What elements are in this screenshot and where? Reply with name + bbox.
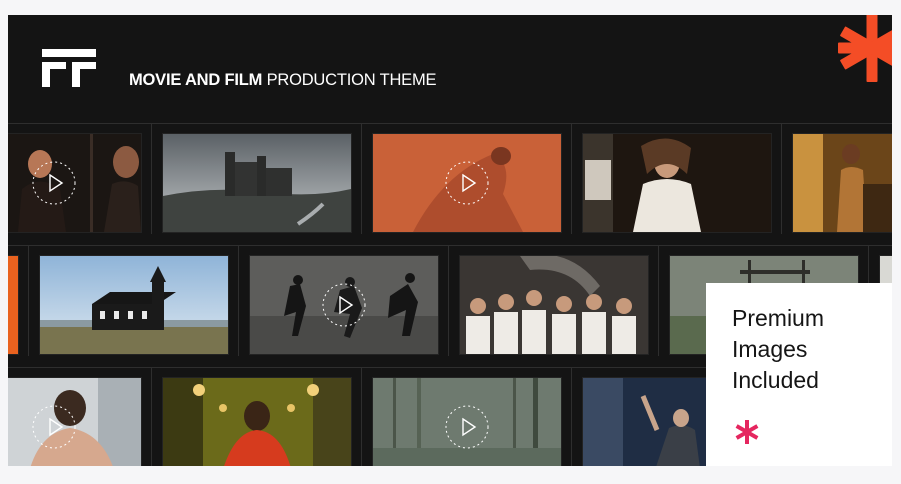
image-castle[interactable] bbox=[162, 133, 352, 233]
divider bbox=[238, 246, 239, 356]
image-choir-boys[interactable] bbox=[459, 255, 649, 355]
divider bbox=[571, 368, 572, 466]
header: MOVIE AND FILM PRODUCTION THEME bbox=[8, 15, 892, 123]
divider bbox=[781, 124, 782, 234]
image-woman-red-corridor[interactable] bbox=[162, 377, 352, 466]
divider bbox=[151, 368, 152, 466]
ff-logo-icon bbox=[42, 49, 96, 87]
image-man-warm-room[interactable] bbox=[792, 133, 892, 233]
divider bbox=[361, 124, 362, 234]
orange-asterisk-icon bbox=[838, 15, 892, 82]
image-orange-dancer[interactable] bbox=[372, 133, 562, 233]
divider bbox=[448, 246, 449, 356]
image-woman-dark-room[interactable] bbox=[8, 133, 142, 233]
title-light: PRODUCTION THEME bbox=[266, 71, 437, 89]
divider bbox=[658, 246, 659, 356]
image-woman-bath[interactable] bbox=[8, 377, 142, 466]
play-badge-icon[interactable] bbox=[443, 159, 491, 207]
title-bold: MOVIE AND FILM bbox=[129, 71, 263, 89]
image-foggy-forest[interactable] bbox=[372, 377, 562, 466]
image-running-men[interactable] bbox=[249, 255, 439, 355]
divider bbox=[151, 124, 152, 234]
gallery-row-1 bbox=[8, 123, 892, 234]
image-black-church[interactable] bbox=[39, 255, 229, 355]
promo-text: Premium Images Included bbox=[732, 305, 825, 393]
divider bbox=[361, 368, 362, 466]
image-orange-edge[interactable] bbox=[8, 255, 19, 355]
image-woman-white-dress[interactable] bbox=[582, 133, 772, 233]
play-badge-icon[interactable] bbox=[443, 403, 491, 451]
promo-card: Premium Images Included bbox=[706, 283, 892, 466]
play-badge-icon[interactable] bbox=[30, 159, 78, 207]
theme-banner: MOVIE AND FILM PRODUCTION THEME Premium … bbox=[8, 15, 892, 466]
play-badge-icon[interactable] bbox=[30, 403, 78, 451]
play-badge-icon[interactable] bbox=[320, 281, 368, 329]
theme-title: MOVIE AND FILM PRODUCTION THEME bbox=[129, 71, 437, 90]
pink-asterisk-icon bbox=[735, 420, 759, 444]
divider bbox=[28, 246, 29, 356]
divider bbox=[571, 124, 572, 234]
